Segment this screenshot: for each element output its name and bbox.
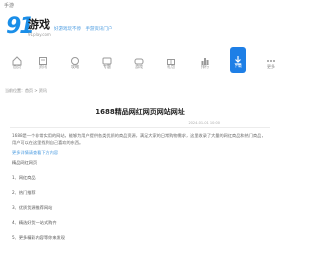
title-divider xyxy=(10,127,270,128)
site-header: 91 游戏 91play.com 好游戏玩不停 手游资讯门户 xyxy=(0,10,280,44)
breadcrumb: 当前位置：首页 > 资讯 xyxy=(5,88,47,93)
article-link[interactable]: 更多详情请查看下方内容 xyxy=(12,149,268,156)
nav-item[interactable]: 专题 xyxy=(98,48,116,76)
nav-item-label: 资讯 xyxy=(39,64,47,69)
logo-subtext: 91play.com xyxy=(28,32,51,37)
more-icon xyxy=(266,51,276,62)
article-meta: 2024-01-01 10:00 xyxy=(188,121,220,125)
site-tagline: 好游戏玩不停 手游资讯门户 xyxy=(54,26,115,32)
list-item: 5、更多精彩内容等你来发现 xyxy=(12,235,65,240)
nav-item[interactable]: 首页 xyxy=(8,48,26,76)
nav-item[interactable]: 攻略 xyxy=(66,48,84,76)
nav-item-label: 首页 xyxy=(13,64,21,69)
news-icon xyxy=(38,51,48,65)
list-item: 1、网红商品 xyxy=(12,175,36,180)
nav-item-label: 排行 xyxy=(201,64,209,69)
game-icon xyxy=(134,51,144,65)
download-icon xyxy=(233,50,243,65)
site-logo[interactable]: 91 游戏 91play.com xyxy=(6,16,52,42)
tagline-part: 手游资讯门户 xyxy=(85,27,113,32)
gift-icon xyxy=(166,51,176,65)
main-nav: 首页 资讯 攻略 专题 游戏 礼包 排行 下载更多 xyxy=(0,47,280,78)
tagline-part: 好游戏玩不停 xyxy=(54,27,81,32)
nav-item[interactable]: 游戏 xyxy=(130,48,148,76)
list-item: 3、优质货源推荐网站 xyxy=(12,205,53,210)
nav-item[interactable]: 礼包 xyxy=(162,48,180,76)
article-title: 1688精品网红网页网站网址 xyxy=(95,108,185,116)
topic-icon xyxy=(102,51,112,65)
list-item: 精品网红网页 xyxy=(12,160,38,165)
nav-item-label: 攻略 xyxy=(71,64,79,69)
guide-icon xyxy=(70,51,80,65)
nav-item-label: 更多 xyxy=(267,64,275,69)
nav-item[interactable]: 排行 xyxy=(196,48,214,76)
article-lead: 1688是一个非常实用的网站，能够为用户提供各类优质的商品资源，满足大家的日常购… xyxy=(12,133,266,145)
nav-item-label: 游戏 xyxy=(135,64,143,69)
list-item: 2、热门推荐 xyxy=(12,190,36,195)
nav-item[interactable]: 更多 xyxy=(262,48,280,76)
nav-item[interactable]: 下载 xyxy=(230,47,246,73)
nav-item[interactable]: 资讯 xyxy=(34,48,52,76)
back-link[interactable]: 手游 xyxy=(4,2,14,9)
home-icon xyxy=(12,51,22,66)
logo-text: 游戏 xyxy=(28,18,50,31)
article-body: 1688是一个非常实用的网站，能够为用户提供各类优质的商品资源，满足大家的日常购… xyxy=(12,132,268,249)
nav-item-label: 专题 xyxy=(103,64,111,69)
nav-item-label: 礼包 xyxy=(167,64,175,69)
list-item: 4、精选好货一站式购齐 xyxy=(12,220,57,225)
rank-icon xyxy=(200,51,210,65)
